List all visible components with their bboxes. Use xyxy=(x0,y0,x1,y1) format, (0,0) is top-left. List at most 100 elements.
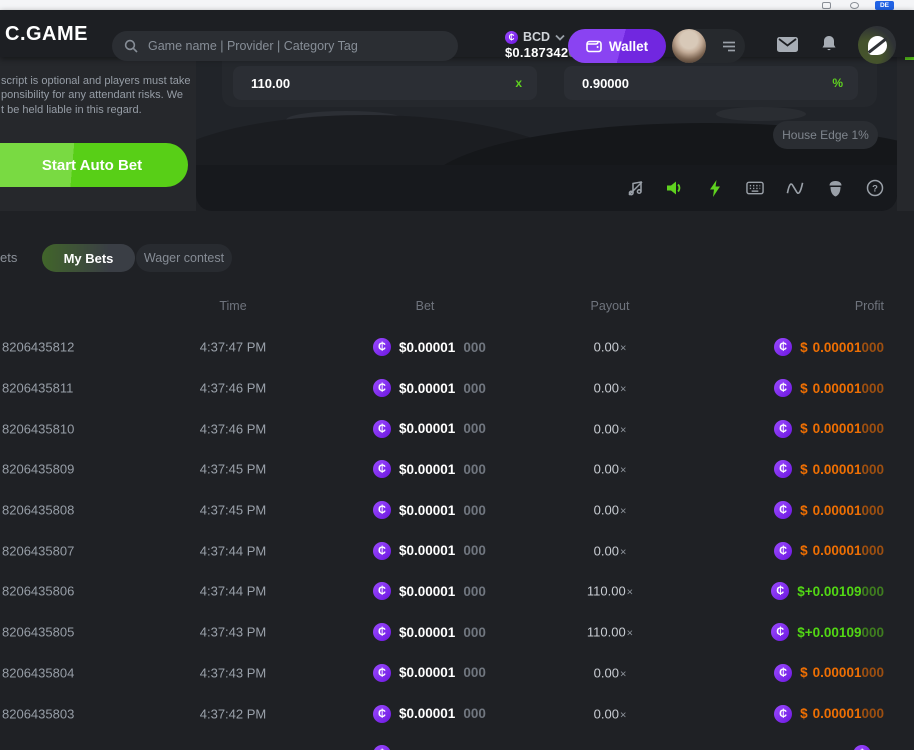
turbo-button[interactable] xyxy=(706,179,724,197)
bet-row[interactable]: 8206435803 4:37:42 PM ₵ $0.00001000 0.00… xyxy=(0,693,914,734)
bcd-coin-icon: ₵ xyxy=(853,745,871,750)
messages-button[interactable] xyxy=(777,37,798,57)
percent-suffix: % xyxy=(832,76,843,90)
bc-game-logo[interactable]: C.GAME xyxy=(5,23,88,46)
multiplier-symbol: × xyxy=(620,709,626,721)
profit-sign: $+ xyxy=(797,625,812,640)
extension-de-badge[interactable]: DE xyxy=(875,1,894,10)
avatar[interactable] xyxy=(672,29,706,63)
bcd-coin-icon: ₵ xyxy=(771,623,789,641)
profit-main: 0.00001 xyxy=(813,706,862,721)
profile-menu[interactable] xyxy=(672,29,745,63)
bet-amount-tail: 000 xyxy=(463,625,486,640)
seed-button[interactable] xyxy=(826,179,844,197)
browser-profile-icon[interactable] xyxy=(850,2,859,9)
bet-profit: ₵ $0.00001000 xyxy=(774,460,884,478)
bet-row[interactable]: 8206435812 4:37:47 PM ₵ $0.00001000 0.00… xyxy=(0,327,914,368)
multiplier-symbol: × xyxy=(620,424,626,436)
bcd-coin-icon: ₵ xyxy=(774,705,792,723)
bcd-coin-icon: ₵ xyxy=(373,664,391,682)
bet-time: 4:37:42 PM xyxy=(173,706,293,721)
keyboard-icon xyxy=(746,181,764,195)
bet-amount: ₵ $0.00001000 xyxy=(373,664,486,682)
profit-amount: $0.00001000 xyxy=(800,421,884,436)
bet-row[interactable]: 8206435805 4:37:43 PM ₵ $0.00001000 110.… xyxy=(0,612,914,653)
profit-main: 0.00001 xyxy=(813,340,862,355)
bcd-coin-icon: ₵ xyxy=(774,664,792,682)
win-chance-input[interactable]: 0.90000 % xyxy=(564,66,858,100)
profit-amount: $0.00001000 xyxy=(800,462,884,477)
search-bar[interactable] xyxy=(112,31,458,61)
multiplier-symbol: × xyxy=(620,343,626,355)
profit-sign: $ xyxy=(800,340,808,355)
game-panel: 110.00 x 0.90000 % House Edge 1% xyxy=(196,57,897,211)
bet-id: 8206435805 xyxy=(2,625,74,640)
multiplier-suffix: x xyxy=(515,76,522,90)
bet-id: 8206435804 xyxy=(2,665,74,680)
bet-amount-tail: 000 xyxy=(463,381,486,396)
column-profit: Profit xyxy=(855,299,884,313)
bet-row[interactable]: 8206435807 4:37:44 PM ₵ $0.00001000 0.00… xyxy=(0,530,914,571)
envelope-icon xyxy=(777,37,798,52)
wave-icon xyxy=(786,181,804,195)
bet-row[interactable]: ₵ ₵ xyxy=(0,734,914,750)
bet-id: 8206435810 xyxy=(2,421,74,436)
profit-main: 0.00001 xyxy=(813,381,862,396)
start-auto-bet-button[interactable]: Start Auto Bet xyxy=(0,143,188,187)
bet-amount-tail: 000 xyxy=(463,665,486,680)
trends-button[interactable] xyxy=(786,179,804,197)
sound-on-button[interactable] xyxy=(666,179,684,197)
profit-main: 0.00001 xyxy=(813,665,862,680)
bet-row[interactable]: 8206435808 4:37:45 PM ₵ $0.00001000 0.00… xyxy=(0,490,914,531)
tab-wager-contest[interactable]: Wager contest xyxy=(136,244,232,272)
bet-row[interactable]: 8206435804 4:37:43 PM ₵ $0.00001000 0.00… xyxy=(0,653,914,694)
tab-my-bets[interactable]: My Bets xyxy=(42,244,135,272)
profit-sign: $ xyxy=(800,543,808,558)
profit-amount: $0.00001000 xyxy=(800,340,884,355)
column-time: Time xyxy=(173,299,293,313)
bcd-coin-icon: ₵ xyxy=(373,705,391,723)
music-off-button[interactable] xyxy=(626,179,644,197)
bet-amount-tail: 000 xyxy=(463,584,486,599)
bet-profit: ₵ xyxy=(853,745,884,750)
bet-payout: 0.00× xyxy=(550,665,670,680)
game-toolbar: ? xyxy=(196,165,897,211)
bet-amount: ₵ $0.00001000 xyxy=(373,623,486,641)
column-bet: Bet xyxy=(373,299,477,313)
payout-value: 0.00 xyxy=(594,706,619,721)
hotkeys-button[interactable] xyxy=(746,179,764,197)
bet-row[interactable]: 8206435810 4:37:46 PM ₵ $0.00001000 0.00… xyxy=(0,408,914,449)
tab-all-bets[interactable]: ets xyxy=(0,250,17,265)
browser-extension-icon[interactable] xyxy=(822,2,831,9)
bet-payout: 110.00× xyxy=(550,625,670,640)
payout-value: 110.00 xyxy=(587,584,626,599)
bet-profit: ₵ $+0.00109000 xyxy=(771,623,884,641)
bet-id: 8206435807 xyxy=(2,543,74,558)
wallet-button[interactable]: Wallet xyxy=(568,29,666,63)
bet-amount: ₵ $0.00001000 xyxy=(373,420,486,438)
bet-time: 4:37:44 PM xyxy=(173,584,293,599)
profit-main: 0.00109 xyxy=(813,584,862,599)
bc-game-page: DE C.GAME ₵ BCD $0.18734200 Wallet xyxy=(0,0,914,750)
payout-input[interactable]: 110.00 x xyxy=(233,66,537,100)
decoration xyxy=(905,57,914,60)
bet-row[interactable]: 8206435806 4:37:44 PM ₵ $0.00001000 110.… xyxy=(0,571,914,612)
help-button[interactable]: ? xyxy=(866,179,884,197)
bet-row[interactable]: 8206435809 4:37:45 PM ₵ $0.00001000 0.00… xyxy=(0,449,914,490)
wallet-label: Wallet xyxy=(609,39,648,54)
profit-sign: $ xyxy=(800,421,808,436)
notifications-button[interactable] xyxy=(821,35,837,58)
bet-amount-main: $0.00001 xyxy=(399,381,455,396)
payout-value: 110.00 xyxy=(587,625,626,640)
bet-time: 4:37:43 PM xyxy=(173,665,293,680)
multiplier-symbol: × xyxy=(627,587,633,599)
bcd-coin-icon: ₵ xyxy=(774,460,792,478)
bet-row[interactable]: 8206435811 4:37:46 PM ₵ $0.00001000 0.00… xyxy=(0,368,914,409)
bcd-coin-icon: ₵ xyxy=(774,542,792,560)
bcd-coin-icon: ₵ xyxy=(373,460,391,478)
bet-amount-main: $0.00001 xyxy=(399,543,455,558)
bet-amount-main: $0.00001 xyxy=(399,421,455,436)
support-button[interactable] xyxy=(858,26,896,64)
profit-sign: $+ xyxy=(797,584,812,599)
search-input[interactable] xyxy=(146,38,446,54)
